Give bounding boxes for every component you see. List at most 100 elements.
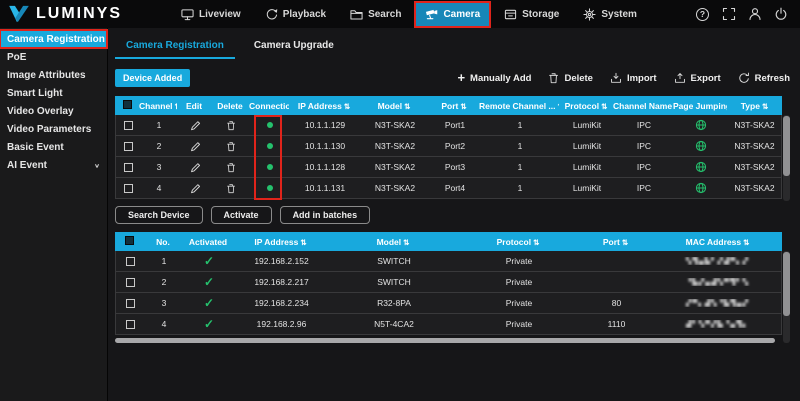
settings-sidebar: Camera Registration PoE Image Attributes… [0, 28, 108, 401]
row-checkbox[interactable] [126, 257, 135, 266]
help-icon[interactable]: ? [695, 7, 710, 22]
delete-trash-icon [226, 120, 236, 131]
col-model[interactable]: Model⇅ [359, 101, 429, 111]
delete-row-button[interactable] [212, 162, 250, 173]
col-connection-status: Connection Sta... [249, 101, 289, 111]
channel-name-cell: IPC [614, 162, 674, 172]
sidebar-item-label: Image Attributes [7, 70, 86, 81]
power-icon[interactable] [773, 7, 788, 22]
delete-row-button[interactable] [212, 141, 250, 152]
col-ip-address[interactable]: IP Address⇅ [233, 237, 328, 247]
edit-button[interactable] [178, 162, 212, 173]
sidebar-item-label: Smart Light [7, 88, 63, 99]
mac-address-redacted: ▝▙▞▄▟▚▀▜▘▚ [686, 278, 749, 286]
row-checkbox[interactable] [124, 184, 133, 193]
page-jumping-button[interactable] [674, 161, 728, 173]
row-checkbox[interactable] [124, 121, 133, 130]
sidebar-item-video-overlay[interactable]: Video Overlay [0, 102, 107, 120]
col-ip-address[interactable]: IP Address⇅ [289, 101, 359, 111]
col-protocol[interactable]: Protocol⇅ [458, 237, 578, 247]
add-in-batches-button[interactable]: Add in batches [280, 206, 371, 224]
row-checkbox[interactable] [126, 278, 135, 287]
nav-camera[interactable]: Camera [416, 3, 489, 26]
manually-add-button[interactable]: + Manually Add [457, 73, 531, 84]
delete-row-button[interactable] [212, 120, 250, 131]
col-mac-address[interactable]: MAC Address⇅ [653, 237, 782, 247]
select-all-checkbox[interactable] [123, 100, 132, 109]
mac-address-redacted: ▚▜▄▙▘▞▟▀▖▞ [686, 257, 749, 265]
plus-icon: + [457, 73, 465, 83]
sidebar-item-image-attributes[interactable]: Image Attributes [0, 66, 107, 84]
fullscreen-scan-icon[interactable] [721, 7, 736, 22]
nav-system[interactable]: System [574, 3, 646, 26]
table-toolbar: + Manually Add Delete Import [457, 72, 790, 84]
liveview-monitor-icon [181, 8, 194, 21]
sort-icon: ⇅ [344, 102, 350, 111]
nav-label: Storage [522, 9, 559, 20]
refresh-button[interactable]: Refresh [738, 72, 790, 84]
col-no: No. [143, 237, 183, 247]
search-folder-icon [350, 8, 363, 21]
vertical-scrollbar[interactable] [783, 252, 790, 316]
horizontal-scrollbar[interactable] [115, 338, 775, 343]
edit-button[interactable] [178, 120, 212, 131]
mac-address-redacted: ▟▘▚▀▞▙▝▄▜▖ [686, 320, 749, 328]
delete-button[interactable]: Delete [548, 72, 593, 84]
nav-liveview[interactable]: Liveview [172, 3, 250, 26]
nav-search[interactable]: Search [341, 3, 410, 26]
export-button[interactable]: Export [674, 72, 721, 84]
col-model[interactable]: Model⇅ [328, 237, 458, 247]
sidebar-item-poe[interactable]: PoE [0, 48, 107, 66]
table-row: 4 ✓ 192.168.2.96 N5T-4CA2 Private 1110 ▟… [115, 314, 782, 335]
row-checkbox[interactable] [126, 299, 135, 308]
channel-cell: 4 [140, 183, 178, 193]
col-port[interactable]: Port⇅ [578, 237, 653, 247]
col-channel[interactable]: Channel⇅ [139, 101, 177, 111]
sort-icon: ⇅ [601, 102, 607, 111]
col-protocol[interactable]: Protocol⇅ [559, 101, 613, 111]
sidebar-item-ai-event[interactable]: AI Event ∨ [0, 156, 107, 174]
nav-storage[interactable]: Storage [495, 3, 568, 26]
row-checkbox[interactable] [126, 320, 135, 329]
utility-icons: ? [695, 7, 800, 22]
table-row: 4 10.1.1.131 N3T-SKA2 Port4 1 LumiKit IP… [115, 178, 782, 199]
channel-name-cell: IPC [614, 183, 674, 193]
tab-camera-registration[interactable]: Camera Registration [115, 35, 235, 59]
edit-button[interactable] [178, 141, 212, 152]
channel-cell: 1 [140, 120, 178, 130]
page-jumping-globe-icon [695, 161, 707, 173]
sidebar-item-video-parameters[interactable]: Video Parameters [0, 120, 107, 138]
page-jumping-button[interactable] [674, 140, 728, 152]
no-cell: 4 [144, 319, 184, 329]
sidebar-item-label: Basic Event [7, 142, 64, 153]
sidebar-item-camera-registration[interactable]: Camera Registration [0, 30, 107, 48]
select-all-checkbox[interactable] [125, 236, 134, 245]
search-device-button[interactable]: Search Device [115, 206, 203, 224]
content-tabs: Camera Registration Camera Upgrade [115, 28, 790, 59]
col-remote-channel[interactable]: Remote Channel ...⇅ [479, 101, 559, 111]
delete-row-button[interactable] [212, 183, 250, 194]
import-label: Import [627, 73, 657, 84]
vertical-scrollbar[interactable] [783, 116, 790, 176]
edit-button[interactable] [178, 183, 212, 194]
sidebar-item-smart-light[interactable]: Smart Light [0, 84, 107, 102]
import-button[interactable]: Import [610, 72, 657, 84]
connection-status-dot [267, 122, 273, 128]
page-jumping-button[interactable] [674, 119, 728, 131]
brand-name: LUMINYS [36, 5, 122, 23]
searched-devices-table: No. Activated IP Address⇅ Model⇅ Protoco… [115, 232, 790, 343]
row-checkbox[interactable] [124, 163, 133, 172]
page-jumping-button[interactable] [674, 182, 728, 194]
sidebar-item-label: Video Overlay [7, 106, 74, 117]
sidebar-item-basic-event[interactable]: Basic Event [0, 138, 107, 156]
nav-playback[interactable]: Playback [256, 3, 335, 26]
col-port[interactable]: Port⇅ [429, 101, 479, 111]
col-type[interactable]: Type⇅ [727, 101, 782, 111]
tab-camera-upgrade[interactable]: Camera Upgrade [243, 35, 345, 59]
row-checkbox[interactable] [124, 142, 133, 151]
device-added-button[interactable]: Device Added [115, 69, 190, 87]
device-action-buttons: Search Device Activate Add in batches [115, 206, 790, 224]
col-channel-name[interactable]: Channel Name⇅ [613, 101, 673, 111]
activate-button[interactable]: Activate [211, 206, 272, 224]
user-icon[interactable] [747, 7, 762, 22]
